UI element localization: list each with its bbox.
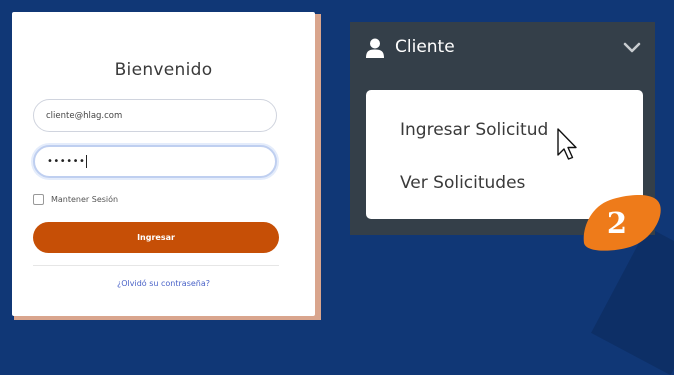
login-button[interactable]: Ingresar: [33, 222, 279, 253]
remember-checkbox[interactable]: [33, 194, 44, 205]
login-title: Bienvenido: [114, 60, 213, 80]
step-number: 2: [606, 206, 628, 240]
email-value: cliente@hlag.com: [46, 110, 123, 121]
remember-label: Mantener Sesión: [51, 195, 119, 204]
menu-item-ingresar-solicitud[interactable]: Ingresar Solicitud: [400, 120, 548, 140]
email-field[interactable]: cliente@hlag.com: [33, 99, 277, 132]
chevron-down-icon[interactable]: [623, 42, 641, 54]
client-menu-header[interactable]: Cliente: [350, 22, 655, 74]
forgot-password-label[interactable]: ¿Olvidó su contraseña?: [117, 279, 210, 288]
user-icon: [366, 38, 384, 58]
login-card: Bienvenido cliente@hlag.com •••••• Mante…: [12, 12, 315, 316]
divider: [33, 265, 279, 266]
menu-item-ver-solicitudes[interactable]: Ver Solicitudes: [400, 173, 525, 193]
mouse-pointer-icon: [557, 128, 577, 160]
client-menu-title: Cliente: [395, 37, 455, 57]
forgot-password-link[interactable]: ¿Olvidó su contraseña?: [12, 279, 315, 288]
password-field[interactable]: ••••••: [33, 145, 277, 178]
remember-session[interactable]: Mantener Sesión: [33, 194, 118, 205]
password-value: ••••••: [47, 156, 86, 167]
text-caret: [86, 155, 88, 168]
